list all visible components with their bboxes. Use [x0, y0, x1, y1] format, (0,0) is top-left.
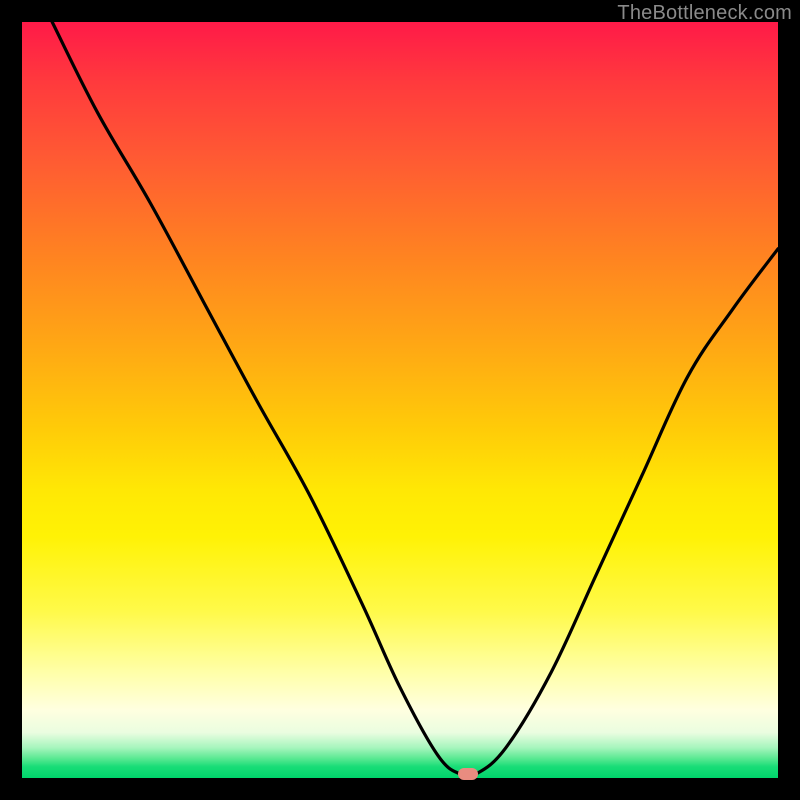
curve-svg	[22, 22, 778, 778]
optimal-marker	[458, 768, 478, 780]
plot-area	[22, 22, 778, 778]
chart-container: TheBottleneck.com	[0, 0, 800, 800]
bottleneck-curve-path	[52, 22, 778, 777]
